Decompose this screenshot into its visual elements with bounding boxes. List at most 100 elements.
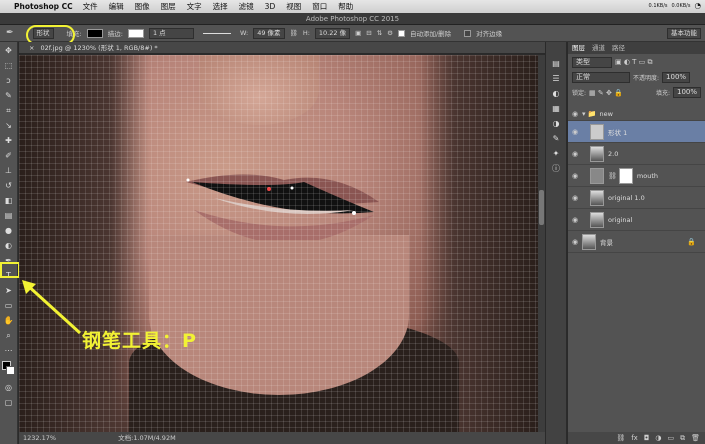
gradient-tool-icon[interactable]: ▤ <box>3 210 15 222</box>
document-canvas[interactable] <box>19 55 538 432</box>
layer-row-background[interactable]: ◉ 背景 🔒 <box>568 231 705 253</box>
layer-kind-filter[interactable]: 类型 <box>572 57 612 68</box>
quick-mask-icon[interactable]: ◎ <box>3 382 15 394</box>
add-mask-icon[interactable]: ◘ <box>644 432 650 444</box>
layer-row[interactable]: ◉ ⛓ mouth <box>568 165 705 187</box>
styles-panel-icon[interactable]: ✦ <box>550 148 562 160</box>
h-label: H: <box>302 29 310 37</box>
stroke-swatch[interactable] <box>127 28 144 38</box>
background-color[interactable] <box>6 366 15 375</box>
adjustments-panel-icon[interactable]: ◑ <box>550 118 562 130</box>
tab-paths[interactable]: 路径 <box>612 42 625 54</box>
visibility-eye-icon[interactable]: ◉ <box>568 194 582 202</box>
menu-help[interactable]: 帮助 <box>338 1 353 12</box>
menu-image[interactable]: 图像 <box>135 1 150 12</box>
color-panel-icon[interactable]: ◐ <box>550 88 562 100</box>
hand-tool-icon[interactable]: ✋ <box>3 315 15 327</box>
close-tab-icon[interactable]: × <box>29 44 34 52</box>
visibility-eye-icon[interactable]: ◉ <box>568 216 582 224</box>
blend-mode-select[interactable]: 正常 <box>572 72 630 83</box>
fx-icon[interactable]: fx <box>631 432 638 444</box>
delete-layer-icon[interactable]: 🗑 <box>691 432 700 444</box>
menu-3d[interactable]: 3D <box>265 2 276 11</box>
adjustment-layer-icon[interactable]: ◑ <box>655 432 661 444</box>
brush-panel-icon[interactable]: ✎ <box>550 133 562 145</box>
stroke-width-input[interactable]: 1 点 <box>148 27 194 39</box>
layer-row[interactable]: ◉ original 1.0 <box>568 187 705 209</box>
width-input[interactable]: 49 像素 <box>253 27 285 39</box>
scroll-thumb[interactable] <box>539 190 544 225</box>
align-edges-checkbox[interactable] <box>464 29 472 37</box>
menu-edit[interactable]: 编辑 <box>109 1 124 12</box>
link-layers-icon[interactable]: ⛓ <box>616 432 625 444</box>
filter-icons[interactable]: ▣ ◐ T ▭ ⧉ <box>615 58 653 67</box>
auto-add-checkbox[interactable] <box>397 29 405 37</box>
history-panel-icon[interactable]: ▤ <box>550 58 562 70</box>
height-input[interactable]: 10.22 像 <box>314 27 351 39</box>
pen-tool-preset-icon[interactable]: ✒ <box>6 28 14 38</box>
stroke-style-select[interactable] <box>202 32 231 34</box>
layer-row[interactable]: ◉ 2.0 <box>568 143 705 165</box>
move-tool-icon[interactable]: ✥ <box>3 45 15 57</box>
visibility-eye-icon[interactable]: ◉ <box>568 150 582 158</box>
new-group-icon[interactable]: ▭ <box>667 432 674 444</box>
layer-mask-thumbnail[interactable] <box>618 167 633 184</box>
opacity-input[interactable]: 100% <box>662 72 691 83</box>
workspace-select[interactable]: 基本功能 <box>667 27 701 39</box>
menu-select[interactable]: 选择 <box>213 1 228 12</box>
blur-tool-icon[interactable]: ● <box>3 225 15 237</box>
menu-view[interactable]: 视图 <box>286 1 301 12</box>
layer-row-group[interactable]: ◉ ▾ 📁 new <box>568 108 705 121</box>
stamp-tool-icon[interactable]: ⊥ <box>3 165 15 177</box>
screen-mode-icon[interactable]: ▢ <box>3 397 15 409</box>
visibility-eye-icon[interactable]: ◉ <box>568 172 582 180</box>
info-panel-icon[interactable]: ⓘ <box>550 163 562 175</box>
fill-input[interactable]: 100% <box>672 87 701 98</box>
properties-panel-icon[interactable]: ☰ <box>550 73 562 85</box>
menu-window[interactable]: 窗口 <box>312 1 327 12</box>
history-brush-icon[interactable]: ↺ <box>3 180 15 192</box>
document-tab[interactable]: × 02f.jpg @ 1230% (形状 1, RGB/8#) * <box>19 42 545 54</box>
path-ops-icon[interactable]: ▣ <box>355 29 361 37</box>
shape-tool-icon[interactable]: ▭ <box>3 300 15 312</box>
tab-layers[interactable]: 图层 <box>572 42 585 54</box>
arrange-icon[interactable]: ⇅ <box>377 29 382 37</box>
visibility-eye-icon[interactable]: ◉ <box>568 110 582 118</box>
visibility-eye-icon[interactable]: ◉ <box>568 128 582 136</box>
new-layer-icon[interactable]: ⧉ <box>680 432 685 444</box>
zoom-level[interactable]: 1232.17% <box>23 434 56 442</box>
lasso-tool-icon[interactable]: ↄ <box>3 75 15 87</box>
vertical-scrollbar[interactable] <box>538 55 545 432</box>
tab-channels[interactable]: 通道 <box>592 42 605 54</box>
menu-file[interactable]: 文件 <box>83 1 98 12</box>
menu-type[interactable]: 文字 <box>187 1 202 12</box>
align-icon[interactable]: ⊟ <box>366 29 371 37</box>
path-select-tool-icon[interactable]: ➤ <box>3 285 15 297</box>
swatches-panel-icon[interactable]: ▦ <box>550 103 562 115</box>
brush-tool-icon[interactable]: ✐ <box>3 150 15 162</box>
settings-gear-icon[interactable]: ⚙ <box>387 29 393 37</box>
more-tools-icon[interactable]: ⋯ <box>3 345 15 357</box>
app-menu[interactable]: Photoshop CC <box>14 2 73 11</box>
document-size[interactable]: 文档:1.07M/4.92M <box>118 434 176 442</box>
clock-icon[interactable]: ◔ <box>694 1 701 10</box>
fill-swatch[interactable] <box>86 28 103 38</box>
menu-filter[interactable]: 滤镜 <box>239 1 254 12</box>
crop-tool-icon[interactable]: ⌗ <box>3 105 15 117</box>
network-up: 0.1KB/s <box>648 2 668 9</box>
marquee-tool-icon[interactable]: ⬚ <box>3 60 15 72</box>
zoom-tool-icon[interactable]: ⌕ <box>3 330 15 342</box>
color-swatches[interactable] <box>0 361 17 379</box>
layer-name: 背景 <box>600 238 613 247</box>
layer-row-selected[interactable]: ◉ 形状 1 <box>568 121 705 143</box>
eyedropper-tool-icon[interactable]: ↘ <box>3 120 15 132</box>
menu-layer[interactable]: 图层 <box>161 1 176 12</box>
dodge-tool-icon[interactable]: ◐ <box>3 240 15 252</box>
link-icon[interactable]: ⛓ <box>290 29 298 37</box>
lock-icons[interactable]: ▦ ✎ ✥ 🔒 <box>589 89 623 97</box>
layer-row[interactable]: ◉ original <box>568 209 705 231</box>
eraser-tool-icon[interactable]: ◧ <box>3 195 15 207</box>
healing-tool-icon[interactable]: ✚ <box>3 135 15 147</box>
visibility-eye-icon[interactable]: ◉ <box>568 238 582 246</box>
quick-select-tool-icon[interactable]: ✎ <box>3 90 15 102</box>
